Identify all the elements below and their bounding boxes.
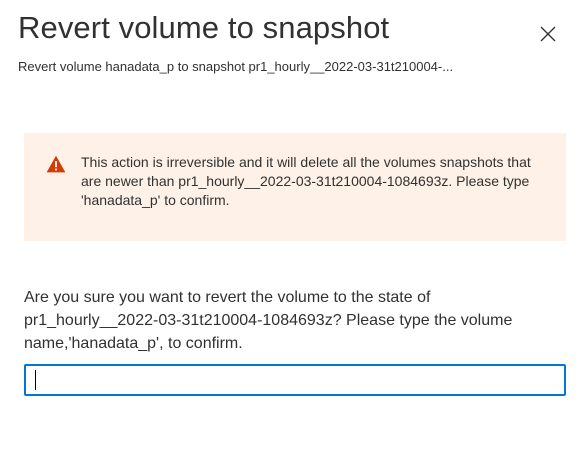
volume-name-input[interactable] [24,364,566,396]
warning-text: This action is irreversible and it will … [81,154,531,208]
text-caret [35,370,36,390]
dialog-subtitle: Revert volume hanadata_p to snapshot pr1… [18,59,454,74]
dialog-title: Revert volume to snapshot [18,10,390,45]
warning-icon [46,155,66,173]
warning-message-bar: This action is irreversible and it will … [24,133,566,241]
close-button[interactable] [532,18,564,50]
revert-volume-dialog: Revert volume to snapshot Revert volume … [0,0,584,469]
confirmation-prompt: Are you sure you want to revert the volu… [24,289,513,352]
close-icon [540,26,556,42]
